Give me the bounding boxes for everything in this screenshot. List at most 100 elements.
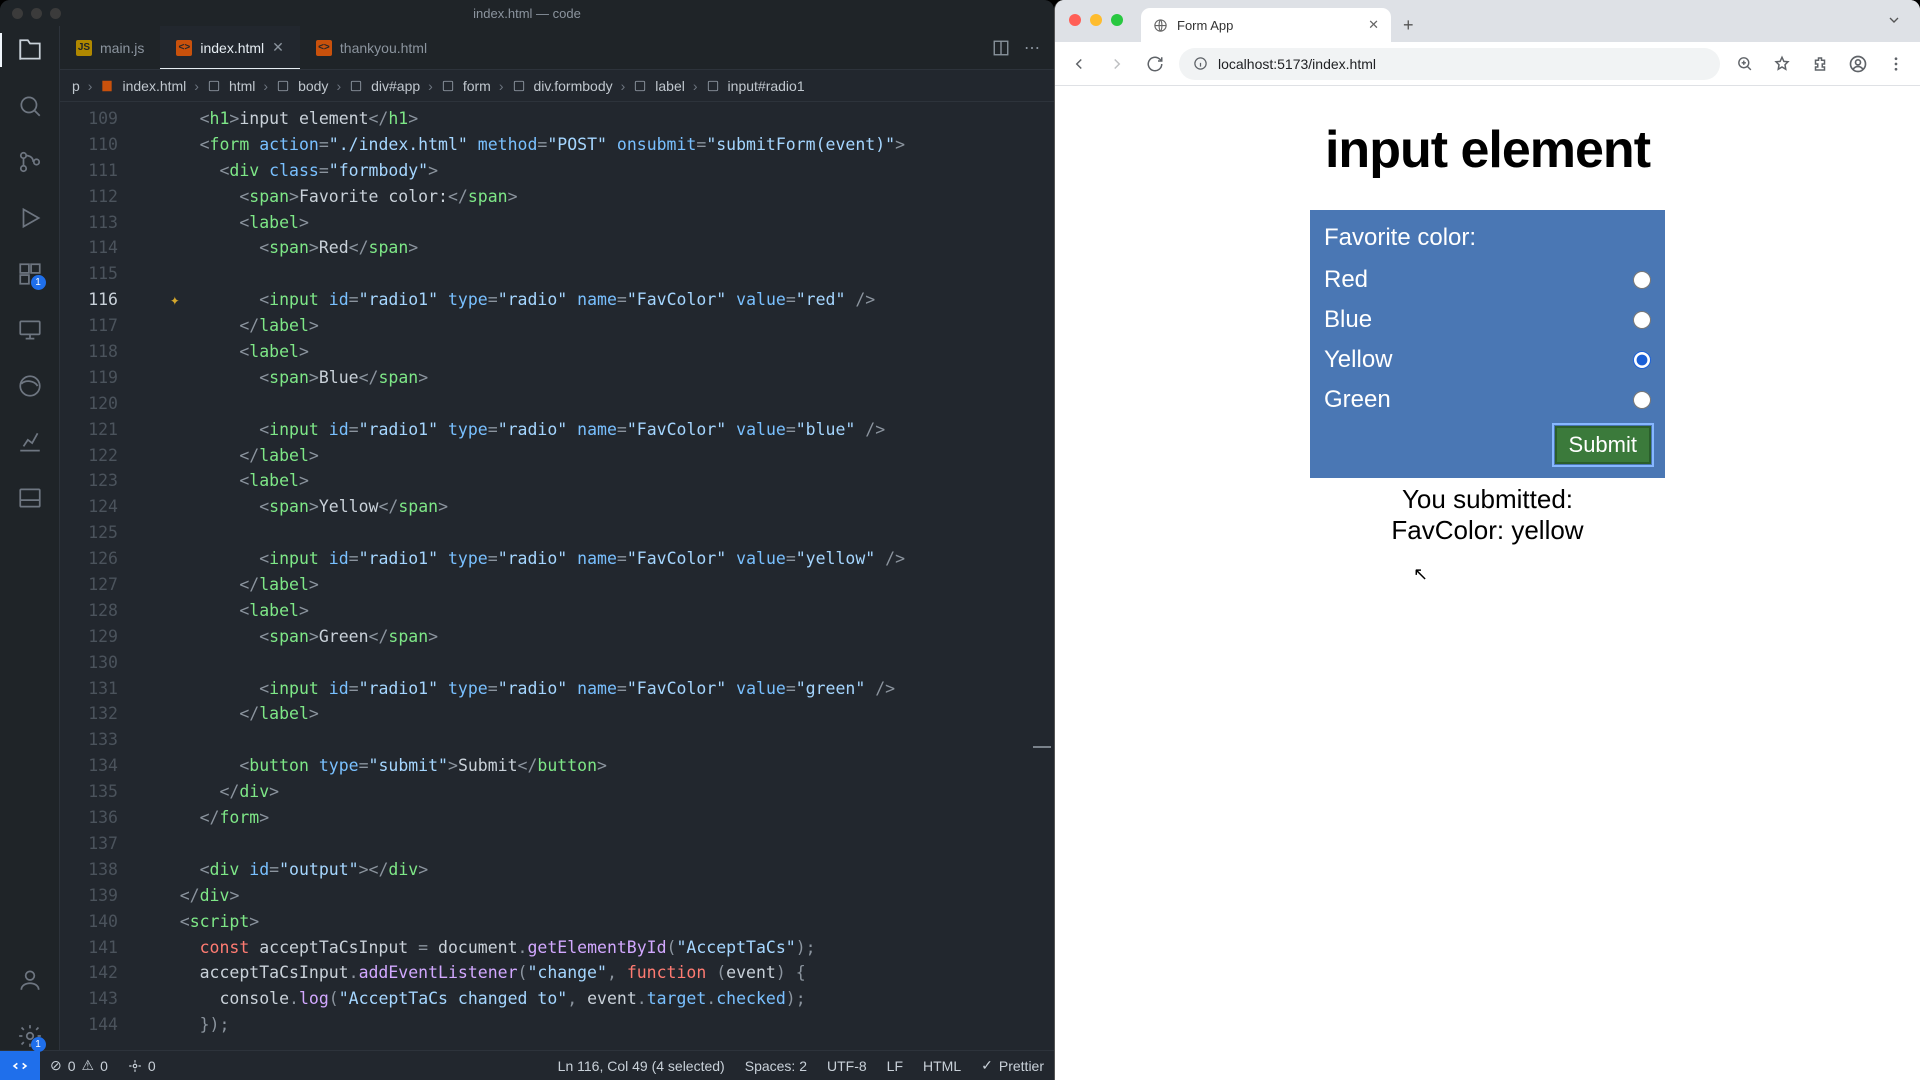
page-heading: input element — [1055, 120, 1920, 180]
radio-label: Blue — [1324, 306, 1372, 334]
chrome-window-controls[interactable] — [1069, 14, 1123, 26]
line-gutter: 1091101111121131141151161171181191201211… — [60, 102, 140, 1050]
radio-input[interactable] — [1633, 271, 1651, 289]
reload-button[interactable] — [1141, 50, 1169, 78]
file-icon — [100, 79, 114, 93]
breadcrumb-segment[interactable]: body — [298, 78, 328, 94]
symbol-icon — [441, 79, 455, 93]
code-content[interactable]: <h1>input element</h1> <form action="./i… — [140, 102, 1054, 1050]
page-viewport[interactable]: input element Favorite color: Red Blue Yel… — [1055, 86, 1920, 1080]
breadcrumb-segment[interactable]: html — [229, 78, 255, 94]
run-debug-icon[interactable] — [16, 204, 44, 232]
vscode-titlebar: index.html — code — [0, 0, 1054, 26]
symbol-icon — [207, 79, 221, 93]
form-prompt: Favorite color: — [1324, 224, 1651, 252]
zoom-icon[interactable] — [1730, 50, 1758, 78]
symbol-icon — [349, 79, 363, 93]
panel-icon[interactable] — [16, 484, 44, 512]
mouse-cursor-icon: ↖ — [1413, 564, 1428, 585]
window-controls[interactable] — [12, 8, 61, 19]
chrome-expand-icon[interactable] — [1882, 10, 1906, 30]
browser-tab[interactable]: Form App ✕ — [1141, 8, 1391, 42]
chrome-menu-icon[interactable] — [1882, 50, 1910, 78]
remote-explorer-icon[interactable] — [16, 316, 44, 344]
radio-input[interactable] — [1633, 311, 1651, 329]
tab-close-icon[interactable]: ✕ — [1368, 17, 1379, 33]
radio-input[interactable] — [1633, 351, 1651, 369]
status-eol[interactable]: LF — [877, 1058, 913, 1074]
explorer-icon[interactable] — [16, 36, 44, 64]
status-formatter[interactable]: Prettier — [971, 1057, 1054, 1074]
editor-tab[interactable]: JSmain.js — [60, 26, 160, 69]
close-dot[interactable] — [1069, 14, 1081, 26]
output-line2: FavColor: yellow — [1055, 515, 1920, 546]
form-body: Favorite color: Red Blue Yellow Green Submi… — [1310, 210, 1665, 478]
extensions-puzzle-icon[interactable] — [1806, 50, 1834, 78]
status-encoding[interactable]: UTF-8 — [817, 1058, 877, 1074]
radio-option[interactable]: Red — [1324, 260, 1651, 300]
radio-input[interactable] — [1633, 391, 1651, 409]
status-problems[interactable]: ⊘0⚠0 — [40, 1057, 118, 1074]
breadcrumbs[interactable]: p›index.html›html›body›div#app›form›div.… — [60, 70, 1054, 102]
min-dot[interactable] — [1090, 14, 1102, 26]
chrome-tabstrip: Form App ✕ + — [1055, 0, 1920, 42]
output-block: You submitted: FavColor: yellow — [1055, 484, 1920, 546]
breadcrumb-segment[interactable]: label — [655, 78, 685, 94]
split-editor-icon[interactable] — [992, 39, 1010, 57]
radio-option[interactable]: Blue — [1324, 300, 1651, 340]
site-info-icon[interactable] — [1193, 56, 1208, 71]
new-tab-button[interactable]: + — [1391, 9, 1426, 42]
vscode-window: index.html — code 1 1 JSmain.js<>index.h… — [0, 0, 1054, 1080]
status-bar: ⊘0⚠0 0 Ln 116, Col 49 (4 selected) Space… — [0, 1050, 1054, 1080]
editor-tab[interactable]: <>thankyou.html — [300, 26, 443, 69]
breadcrumb-segment[interactable]: div#app — [371, 78, 420, 94]
graph-icon[interactable] — [16, 428, 44, 456]
forward-button[interactable] — [1103, 50, 1131, 78]
breadcrumb-segment[interactable]: div.formbody — [534, 78, 613, 94]
breadcrumb-segment[interactable]: input#radio1 — [728, 78, 805, 94]
symbol-icon — [633, 79, 647, 93]
status-ports[interactable]: 0 — [118, 1058, 166, 1074]
chrome-window: Form App ✕ + localhost:5173/index.html i… — [1054, 0, 1920, 1080]
editor-actions: ⋯ — [992, 26, 1054, 69]
breadcrumb-segment[interactable]: p — [72, 78, 80, 94]
bookmark-icon[interactable] — [1768, 50, 1796, 78]
max-dot[interactable] — [1111, 14, 1123, 26]
max-dot[interactable] — [50, 8, 61, 19]
symbol-icon — [276, 79, 290, 93]
settings-gear-icon[interactable]: 1 — [16, 1022, 44, 1050]
back-button[interactable] — [1065, 50, 1093, 78]
close-dot[interactable] — [12, 8, 23, 19]
activity-bar: 1 1 — [0, 26, 60, 1050]
minimap[interactable] — [1044, 190, 1054, 1050]
address-bar[interactable]: localhost:5173/index.html — [1179, 48, 1720, 80]
status-spaces[interactable]: Spaces: 2 — [735, 1058, 817, 1074]
source-control-icon[interactable] — [16, 148, 44, 176]
breadcrumb-segment[interactable]: index.html — [122, 78, 186, 94]
radio-option[interactable]: Yellow — [1324, 340, 1651, 380]
extensions-badge: 1 — [31, 275, 46, 290]
status-language[interactable]: HTML — [913, 1058, 971, 1074]
search-icon[interactable] — [16, 92, 44, 120]
editor-tab[interactable]: <>index.html✕ — [160, 26, 300, 69]
remote-indicator[interactable] — [0, 1051, 40, 1080]
more-icon[interactable]: ⋯ — [1024, 38, 1040, 58]
settings-badge: 1 — [31, 1037, 46, 1052]
radio-label: Yellow — [1324, 346, 1393, 374]
breadcrumb-segment[interactable]: form — [463, 78, 491, 94]
account-icon[interactable] — [16, 966, 44, 994]
min-dot[interactable] — [31, 8, 42, 19]
radio-label: Red — [1324, 266, 1368, 294]
window-title: index.html — code — [473, 6, 581, 21]
symbol-icon — [706, 79, 720, 93]
code-editor[interactable]: 1091101111121131141151161171181191201211… — [60, 102, 1054, 1050]
profile-icon[interactable] — [1844, 50, 1872, 78]
radio-option[interactable]: Green — [1324, 380, 1651, 420]
output-line1: You submitted: — [1055, 484, 1920, 515]
status-cursor[interactable]: Ln 116, Col 49 (4 selected) — [548, 1058, 735, 1074]
tab-close-icon[interactable]: ✕ — [272, 39, 284, 56]
extensions-icon[interactable]: 1 — [16, 260, 44, 288]
edge-icon[interactable] — [16, 372, 44, 400]
copilot-spark-icon[interactable]: ✦ — [170, 287, 180, 313]
submit-button[interactable]: Submit — [1555, 426, 1651, 464]
